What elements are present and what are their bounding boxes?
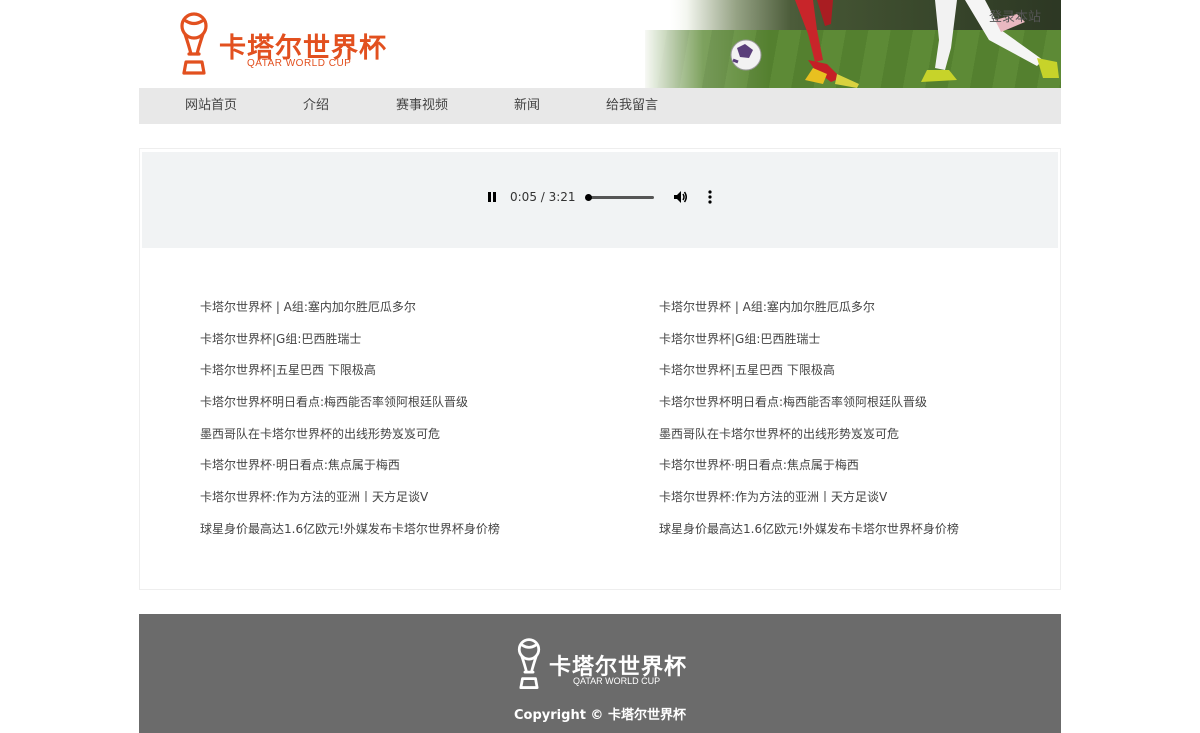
article-link[interactable]: 卡塔尔世界杯|五星巴西 下限极高 [659, 362, 835, 378]
article-link[interactable]: 卡塔尔世界杯|G组:巴西胜瑞士 [659, 331, 820, 347]
player-time: 0:05 / 3:21 [510, 190, 576, 204]
article-link[interactable]: 卡塔尔世界杯 | A组:塞内加尔胜厄瓜多尔 [659, 299, 875, 315]
login-link[interactable]: 登录本站 [989, 6, 1041, 25]
copyright-text: Copyright © 卡塔尔世界杯 [514, 708, 686, 723]
article-link[interactable]: 卡塔尔世界杯:作为方法的亚洲丨天方足谈Ⅴ [200, 489, 428, 505]
more-vertical-icon[interactable] [706, 189, 714, 205]
player-progress-slider[interactable] [585, 194, 654, 201]
nav-item-message[interactable]: 给我留言 [606, 88, 658, 124]
site-logo[interactable]: 卡塔尔世界杯 QATAR WORLD CUP [177, 12, 387, 76]
nav-item-videos[interactable]: 赛事视频 [396, 88, 448, 124]
pause-icon[interactable] [486, 189, 498, 205]
footer-logo-subtitle: QATAR WORLD CUP [573, 676, 661, 686]
article-link[interactable]: 卡塔尔世界杯明日看点:梅西能否率领阿根廷队晋级 [200, 394, 468, 410]
player-progress-handle[interactable] [585, 194, 592, 201]
nav-item-intro[interactable]: 介绍 [303, 88, 329, 124]
trophy-icon [180, 12, 208, 75]
main-nav: 网站首页 介绍 赛事视频 新闻 给我留言 [139, 88, 1061, 124]
site-footer: 卡塔尔世界杯 QATAR WORLD CUP Copyright © 卡塔尔世界… [139, 614, 1061, 733]
article-link[interactable]: 卡塔尔世界杯 | A组:塞内加尔胜厄瓜多尔 [200, 299, 416, 315]
article-link[interactable]: 球星身价最高达1.6亿欧元!外媒发布卡塔尔世界杯身价榜 [200, 521, 500, 537]
content-panel: 0:05 / 3:21 卡塔尔世界杯 | A组:塞内加尔胜厄瓜多尔 卡塔尔世界杯… [139, 148, 1061, 590]
footer-logo[interactable]: 卡塔尔世界杯 QATAR WORLD CUP [515, 638, 690, 690]
article-link[interactable]: 卡塔尔世界杯·明日看点:焦点属于梅西 [200, 457, 400, 473]
site-header: 卡塔尔世界杯 QATAR WORLD CUP 登录本站 [139, 0, 1061, 88]
article-link[interactable]: 卡塔尔世界杯|五星巴西 下限极高 [200, 362, 376, 378]
soccer-players-banner: 登录本站 [645, 0, 1061, 88]
article-link[interactable]: 墨西哥队在卡塔尔世界杯的出线形势岌岌可危 [200, 426, 440, 442]
nav-item-home[interactable]: 网站首页 [185, 88, 237, 124]
article-link[interactable]: 卡塔尔世界杯|G组:巴西胜瑞士 [200, 331, 361, 347]
volume-icon[interactable] [672, 189, 688, 205]
article-link[interactable]: 卡塔尔世界杯:作为方法的亚洲丨天方足谈Ⅴ [659, 489, 887, 505]
article-link[interactable]: 卡塔尔世界杯明日看点:梅西能否率领阿根廷队晋级 [659, 394, 927, 410]
nav-item-news[interactable]: 新闻 [514, 88, 540, 124]
article-link[interactable]: 卡塔尔世界杯·明日看点:焦点属于梅西 [659, 457, 859, 473]
article-link[interactable]: 球星身价最高达1.6亿欧元!外媒发布卡塔尔世界杯身价榜 [659, 521, 959, 537]
audio-player[interactable]: 0:05 / 3:21 [142, 152, 1058, 248]
trophy-icon [517, 638, 541, 689]
logo-subtitle: QATAR WORLD CUP [247, 58, 352, 69]
article-link[interactable]: 墨西哥队在卡塔尔世界杯的出线形势岌岌可危 [659, 426, 899, 442]
